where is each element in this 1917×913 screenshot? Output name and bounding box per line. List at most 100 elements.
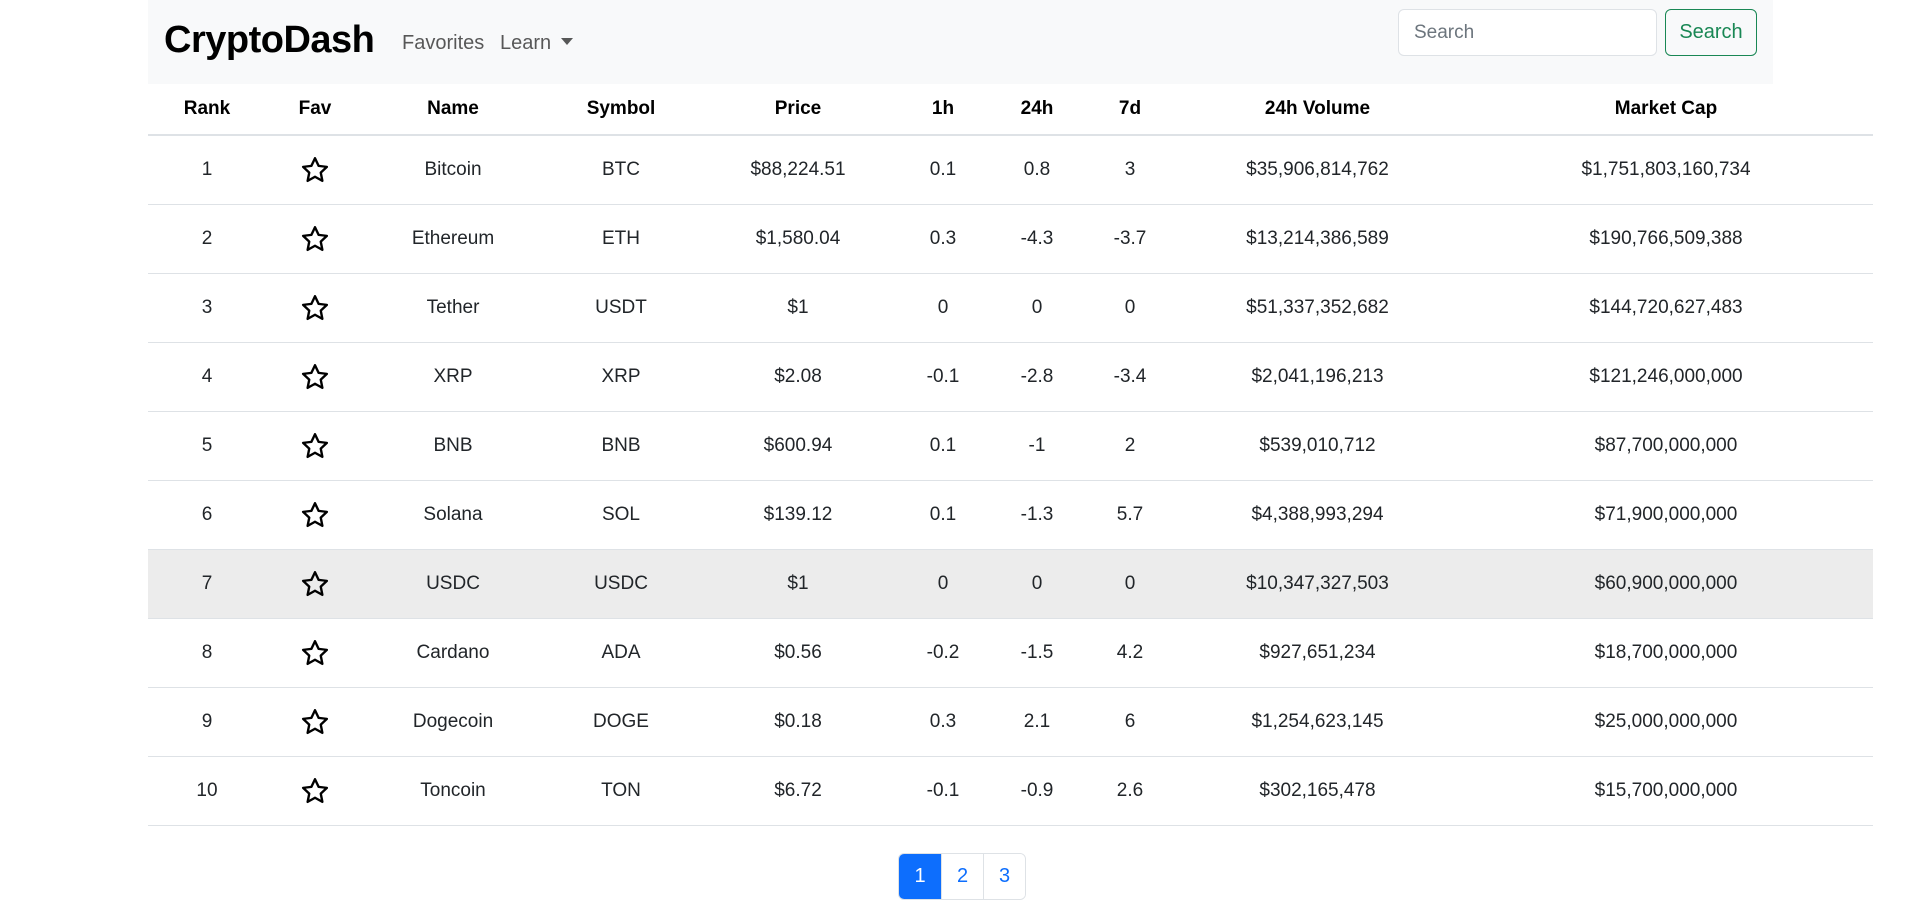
fav-cell [266, 411, 364, 481]
volume-cell: $1,254,623,145 [1176, 687, 1459, 757]
page-button-1[interactable]: 1 [899, 854, 941, 899]
symbol-cell: BNB [542, 411, 700, 481]
change-1h-cell: 0.1 [896, 135, 990, 205]
market-cap-cell: $190,766,509,388 [1459, 204, 1873, 274]
change-7d-cell: 6 [1084, 687, 1176, 757]
name-cell: BNB [364, 411, 542, 481]
change-1h-cell: 0.1 [896, 480, 990, 550]
table-row[interactable]: 9 Dogecoin DOGE $0.18 0.3 2.1 6 $1,254,623,145 $… [148, 687, 1873, 757]
table-row[interactable]: 3 Tether USDT $1 0 0 0 $51,337,352,682 $144,720,… [148, 273, 1873, 343]
rank-cell: 1 [148, 135, 266, 205]
column-header: 24h [990, 84, 1084, 136]
change-7d-cell: 2 [1084, 411, 1176, 481]
fav-cell [266, 204, 364, 274]
change-24h-cell: -1.3 [990, 480, 1084, 550]
price-cell: $88,224.51 [700, 135, 896, 205]
change-24h-cell: -4.3 [990, 204, 1084, 274]
star-outline-icon[interactable] [300, 362, 330, 392]
table-row[interactable]: 8 Cardano ADA $0.56 -0.2 -1.5 4.2 $927,651,234 $… [148, 618, 1873, 688]
market-cap-cell: $15,700,000,000 [1459, 756, 1873, 826]
search-button[interactable]: Search [1665, 9, 1757, 56]
rank-cell: 7 [148, 549, 266, 619]
fav-cell [266, 342, 364, 412]
nav-favorites-link[interactable]: Favorites [402, 32, 484, 55]
table-row[interactable]: 4 XRP XRP $2.08 -0.1 -2.8 -3.4 $2,041,196,213 $1… [148, 342, 1873, 412]
star-outline-icon[interactable] [300, 569, 330, 599]
column-header: 24h Volume [1176, 84, 1459, 136]
column-header: 7d [1084, 84, 1176, 136]
nav-learn-dropdown[interactable]: Learn [500, 32, 574, 55]
change-7d-cell: 4.2 [1084, 618, 1176, 688]
change-24h-cell: 0 [990, 549, 1084, 619]
change-24h-cell: -1.5 [990, 618, 1084, 688]
market-cap-cell: $144,720,627,483 [1459, 273, 1873, 343]
symbol-cell: BTC [542, 135, 700, 205]
column-header: Name [364, 84, 542, 136]
star-outline-icon[interactable] [300, 431, 330, 461]
table-row[interactable]: 2 Ethereum ETH $1,580.04 0.3 -4.3 -3.7 $13,214,… [148, 204, 1873, 274]
market-cap-cell: $71,900,000,000 [1459, 480, 1873, 550]
change-1h-cell: 0 [896, 273, 990, 343]
table-body: 1 Bitcoin BTC $88,224.51 0.1 0.8 3 $35,906,814,… [148, 135, 1873, 826]
volume-cell: $302,165,478 [1176, 756, 1459, 826]
app-container: CryptoDash Favorites Learn Search RankFa… [148, 0, 1873, 913]
volume-cell: $35,906,814,762 [1176, 135, 1459, 205]
symbol-cell: ADA [542, 618, 700, 688]
price-cell: $139.12 [700, 480, 896, 550]
coins-table: Rank Fav Name Symbol Price 1h 24h 7d 24h Volume M… [148, 84, 1873, 826]
change-1h-cell: 0.1 [896, 411, 990, 481]
symbol-cell: XRP [542, 342, 700, 412]
fav-cell [266, 135, 364, 205]
star-outline-icon[interactable] [300, 293, 330, 323]
change-1h-cell: -0.1 [896, 756, 990, 826]
symbol-cell: TON [542, 756, 700, 826]
column-header: Market Cap [1459, 84, 1873, 136]
change-1h-cell: 0.3 [896, 204, 990, 274]
nav-learn-label: Learn [500, 32, 552, 54]
rank-cell: 3 [148, 273, 266, 343]
name-cell: Toncoin [364, 756, 542, 826]
table-row[interactable]: 10 Toncoin TON $6.72 -0.1 -0.9 2.6 $302,165,478… [148, 756, 1873, 826]
table-row[interactable]: 1 Bitcoin BTC $88,224.51 0.1 0.8 3 $35,906,814,… [148, 135, 1873, 205]
change-7d-cell: 5.7 [1084, 480, 1176, 550]
search-input[interactable] [1398, 9, 1657, 56]
change-7d-cell: -3.7 [1084, 204, 1176, 274]
star-outline-icon[interactable] [300, 155, 330, 185]
star-outline-icon[interactable] [300, 638, 330, 668]
star-outline-icon[interactable] [300, 224, 330, 254]
symbol-cell: USDT [542, 273, 700, 343]
market-cap-cell: $60,900,000,000 [1459, 549, 1873, 619]
change-7d-cell: 0 [1084, 549, 1176, 619]
change-1h-cell: 0.3 [896, 687, 990, 757]
page-button-2[interactable]: 2 [941, 854, 983, 899]
table-row[interactable]: 7 USDC USDC $1 0 0 0 $10,347,327,503 $60,900,000… [148, 549, 1873, 619]
name-cell: USDC [364, 549, 542, 619]
page-button-3[interactable]: 3 [983, 854, 1025, 899]
symbol-cell: USDC [542, 549, 700, 619]
price-cell: $1 [700, 549, 896, 619]
name-cell: Cardano [364, 618, 542, 688]
market-cap-cell: $25,000,000,000 [1459, 687, 1873, 757]
change-24h-cell: -1 [990, 411, 1084, 481]
volume-cell: $539,010,712 [1176, 411, 1459, 481]
price-cell: $0.18 [700, 687, 896, 757]
change-1h-cell: 0 [896, 549, 990, 619]
column-header: 1h [896, 84, 990, 136]
market-cap-cell: $18,700,000,000 [1459, 618, 1873, 688]
star-outline-icon[interactable] [300, 776, 330, 806]
market-cap-cell: $87,700,000,000 [1459, 411, 1873, 481]
star-outline-icon[interactable] [300, 707, 330, 737]
volume-cell: $927,651,234 [1176, 618, 1459, 688]
brand-logo[interactable]: CryptoDash [164, 19, 375, 62]
rank-cell: 10 [148, 756, 266, 826]
table-row[interactable]: 5 BNB BNB $600.94 0.1 -1 2 $539,010,712 $87,700,… [148, 411, 1873, 481]
price-cell: $6.72 [700, 756, 896, 826]
symbol-cell: SOL [542, 480, 700, 550]
change-24h-cell: -2.8 [990, 342, 1084, 412]
name-cell: Tether [364, 273, 542, 343]
change-7d-cell: 0 [1084, 273, 1176, 343]
change-24h-cell: -0.9 [990, 756, 1084, 826]
fav-cell [266, 756, 364, 826]
table-row[interactable]: 6 Solana SOL $139.12 0.1 -1.3 5.7 $4,388,993,29… [148, 480, 1873, 550]
star-outline-icon[interactable] [300, 500, 330, 530]
